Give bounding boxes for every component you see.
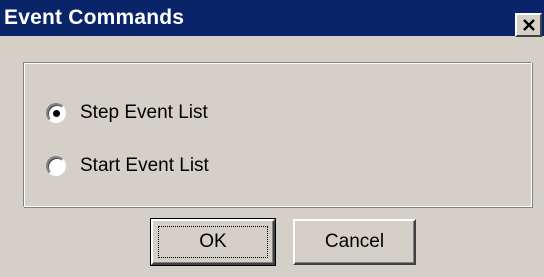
radio-button-start[interactable] — [46, 156, 66, 176]
event-commands-dialog: Event Commands Step Event List Start Eve… — [0, 0, 544, 277]
cancel-button[interactable]: Cancel — [293, 219, 416, 265]
focus-rectangle — [158, 226, 268, 258]
ok-button[interactable]: OK — [150, 218, 276, 266]
cancel-button-label: Cancel — [324, 231, 385, 252]
radio-label-start: Start Event List — [80, 155, 209, 176]
window-title: Event Commands — [4, 6, 185, 29]
radio-label-step: Step Event List — [80, 102, 208, 123]
title-bar[interactable]: Event Commands — [0, 0, 544, 37]
radio-selected-dot — [53, 110, 60, 117]
close-icon — [522, 18, 535, 31]
radio-step-event-list[interactable]: Step Event List — [46, 100, 208, 126]
radio-start-event-list[interactable]: Start Event List — [46, 153, 209, 179]
close-button[interactable] — [515, 13, 542, 37]
radio-button-step-selected[interactable] — [46, 103, 66, 123]
event-options-group — [23, 62, 532, 207]
